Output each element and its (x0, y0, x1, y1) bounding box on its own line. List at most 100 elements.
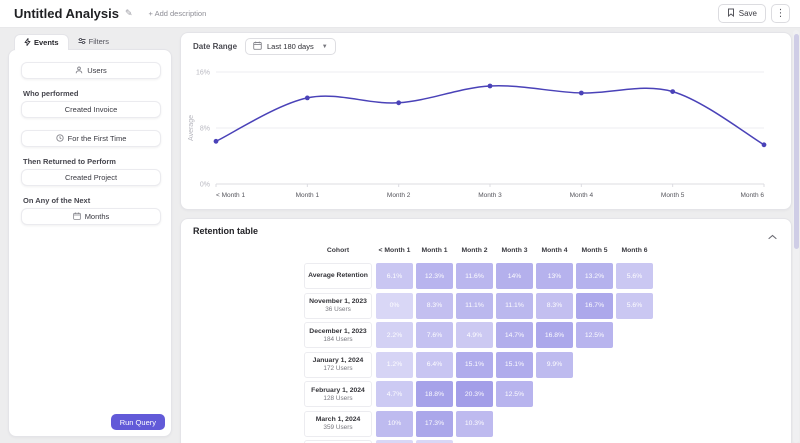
on-any-next-label-label: On Any of the Next (23, 196, 91, 205)
retention-cell[interactable]: 2.2% (376, 322, 413, 348)
date-range-label: Date Range (193, 42, 238, 51)
tab-filters-label: Filters (88, 37, 110, 46)
user-icon (75, 66, 83, 76)
tab-events-label: Events (34, 38, 59, 47)
retention-cell[interactable]: 15.1% (496, 351, 533, 378)
retention-cell[interactable]: 13.2% (576, 263, 613, 289)
months-button[interactable]: Months (21, 208, 161, 225)
retention-cell[interactable]: 14.7% (496, 322, 533, 348)
retention-cell[interactable]: 15.1% (456, 351, 493, 378)
retention-cell[interactable]: 10% (376, 410, 413, 437)
months-button-label: Months (84, 212, 110, 221)
data-point-6[interactable] (761, 142, 767, 148)
sliders-icon (78, 37, 86, 47)
retention-cell[interactable]: 0% (376, 292, 413, 319)
x-axis-tick: Month 2 (387, 192, 411, 199)
cohort-cell: November 1, 2023 36 Users (304, 292, 372, 319)
retention-cell[interactable]: 6.4% (416, 351, 453, 378)
cohort-name: Average Retention (308, 272, 368, 279)
date-range-row: Date Range Last 180 days ▼ (193, 38, 336, 55)
then-returned-label-label: Then Returned to Perform (23, 157, 116, 166)
data-point-1[interactable] (304, 95, 310, 101)
column-header: Month 4 (541, 247, 568, 254)
column-header: Month 6 (621, 247, 648, 254)
chart-card: 16% 8% 0% < Month 1 Month 1 Month 2 Month 3 Mon… (180, 32, 792, 210)
first-time-button-label: For the First Time (67, 134, 127, 143)
tab-events[interactable]: Events (14, 34, 69, 50)
cohort-cell: February 1, 2024 128 Users (304, 381, 372, 407)
cohort-cell: Average Retention (304, 263, 372, 289)
retention-line-chart: 16% 8% 0% < Month 1 Month 1 Month 2 Month 3 Mon… (188, 70, 767, 199)
retention-cell[interactable]: 18.8% (416, 381, 453, 407)
scrollbar-thumb[interactable] (793, 34, 799, 249)
retention-cell[interactable]: 16.8% (536, 322, 573, 348)
page-title: Untitled Analysis (14, 6, 119, 21)
users-button[interactable]: Users (21, 62, 161, 79)
retention-cell[interactable]: 10.3% (456, 410, 493, 437)
x-axis-tick: Month 6 (741, 192, 765, 199)
add-description-button[interactable]: + Add description (149, 9, 207, 18)
table-row: December 1, 2023 184 Users 2.2% 7.6% 4.9% 14.… (304, 322, 616, 348)
chevron-up-icon[interactable] (768, 227, 777, 245)
run-query-button[interactable]: Run Query (110, 414, 165, 430)
retention-cell[interactable]: 1.2% (376, 351, 413, 378)
data-point-0[interactable] (213, 138, 219, 144)
created-invoice-button-label: Created Invoice (64, 105, 118, 114)
retention-cell[interactable]: 12.5% (576, 322, 613, 348)
retention-cell[interactable]: 17.3% (416, 410, 453, 437)
chevron-down-icon: ▼ (321, 43, 328, 50)
cohort-name: January 1, 2024 (312, 357, 364, 364)
column-header: Month 5 (581, 247, 608, 254)
data-point-5[interactable] (670, 89, 676, 94)
retention-cell[interactable]: 9.9% (536, 351, 573, 378)
retention-cell[interactable]: 11.1% (456, 292, 493, 319)
cohort-user-count: 184 Users (323, 335, 353, 343)
retention-cell[interactable]: 13% (536, 263, 573, 289)
scrollbar-track[interactable] (793, 30, 799, 443)
data-point-4[interactable] (578, 90, 584, 96)
table-row: Average Retention 6.1% 12.3% 11.6% 14% 13% 13.… (304, 263, 656, 289)
retention-cell[interactable]: 14% (496, 263, 533, 289)
users-button-label: Users (87, 66, 107, 75)
retention-cell[interactable]: 20.3% (456, 381, 493, 407)
data-point-2[interactable] (396, 100, 402, 106)
retention-cell[interactable]: 4.9% (456, 322, 493, 348)
retention-cell[interactable]: 12.3% (416, 263, 453, 289)
date-range-value: Last 180 days (267, 42, 314, 51)
data-point-3[interactable] (487, 83, 493, 89)
column-header: Month 1 (421, 247, 448, 254)
y-axis-label: Average (188, 115, 195, 141)
x-axis-tick: Month 3 (478, 192, 502, 199)
retention-cell[interactable]: 12.5% (496, 381, 533, 407)
cohort-name: November 1, 2023 (309, 298, 367, 305)
retention-cell[interactable]: 8.3% (536, 292, 573, 319)
cohort-name: March 1, 2024 (315, 416, 361, 423)
retention-cell[interactable]: 4.7% (376, 381, 413, 407)
retention-cell[interactable]: 5.6% (616, 292, 653, 319)
table-row: November 1, 2023 36 Users 0% 8.3% 11.1% 11.1%… (304, 292, 656, 319)
retention-table-title: Retention table (193, 226, 259, 236)
retention-cell[interactable]: 8.3% (416, 292, 453, 319)
column-header: Month 2 (461, 247, 488, 254)
retention-cell[interactable]: 11.1% (496, 292, 533, 319)
save-button[interactable]: Save (717, 4, 766, 23)
created-invoice-button[interactable]: Created Invoice (21, 101, 161, 118)
table-row: January 1, 2024 172 Users 1.2% 6.4% 15.1% 15.… (304, 351, 576, 378)
retention-cell[interactable]: 7.6% (416, 322, 453, 348)
kebab-menu-button[interactable]: ⋮ (771, 4, 790, 23)
cohort-user-count: 359 Users (323, 424, 353, 431)
tab-filters[interactable]: Filters (69, 34, 118, 49)
pencil-icon[interactable]: ✎ (125, 8, 133, 19)
zap-icon (24, 37, 31, 48)
first-time-button[interactable]: For the First Time (21, 130, 161, 147)
calendar-icon (72, 212, 81, 222)
date-range-dropdown[interactable]: Last 180 days ▼ (245, 38, 336, 55)
created-project-button[interactable]: Created Project (21, 169, 161, 186)
column-header: Month 3 (501, 247, 528, 254)
retention-cell[interactable]: 11.6% (456, 263, 493, 289)
then-returned-label: Then Returned to Perform (21, 157, 159, 166)
retention-cell[interactable]: 6.1% (376, 263, 413, 289)
top-header: Untitled Analysis ✎ + Add description Sa… (0, 0, 800, 28)
retention-cell[interactable]: 5.6% (616, 263, 653, 289)
retention-cell[interactable]: 16.7% (576, 292, 613, 319)
